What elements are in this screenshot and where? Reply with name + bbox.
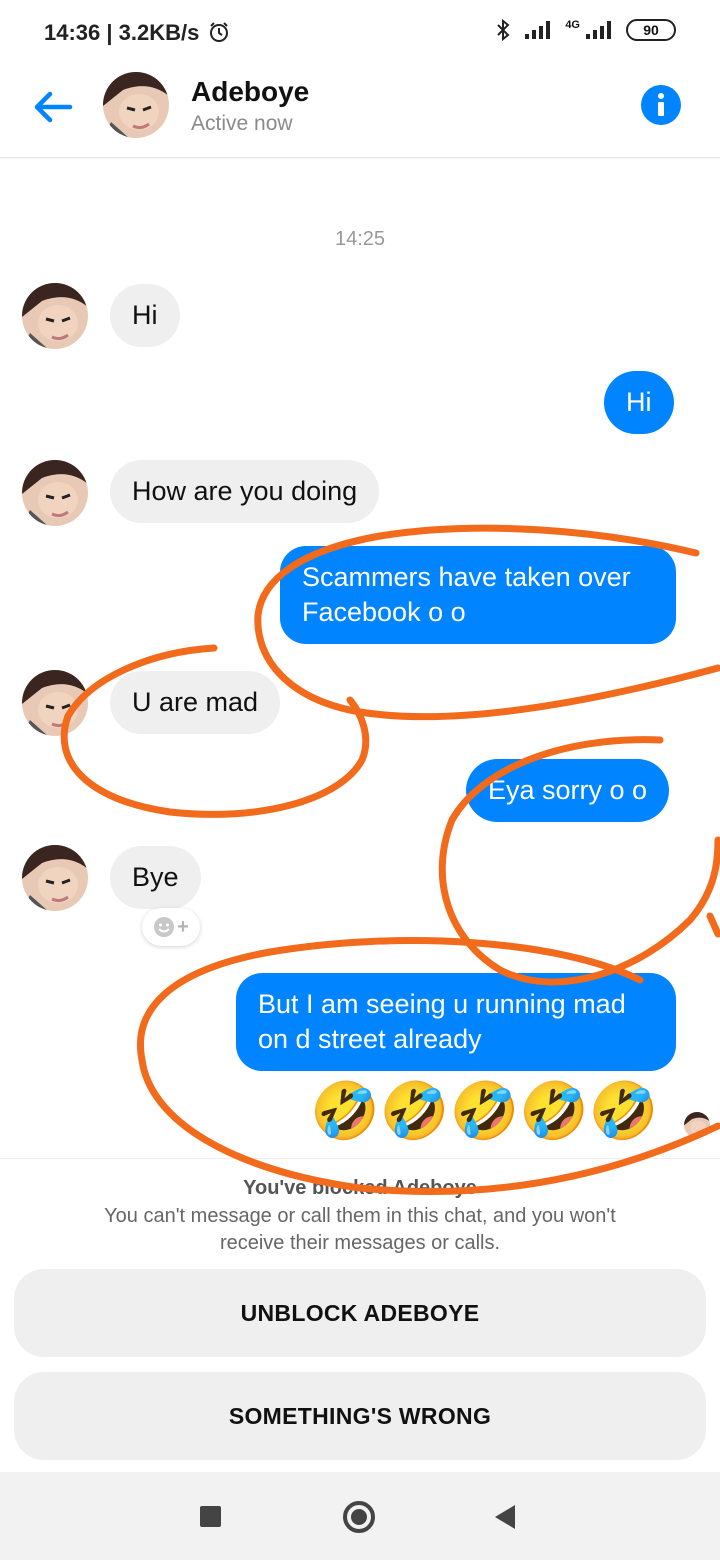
blocked-description-line: receive their messages or calls. <box>219 1232 501 1254</box>
battery-icon: 90 <box>626 19 676 41</box>
reaction-plus: + <box>177 915 189 938</box>
network-type: 4G <box>565 19 580 31</box>
smiley-icon <box>154 917 175 937</box>
avatar[interactable] <box>22 845 88 911</box>
info-icon[interactable] <box>640 84 682 126</box>
message-bubble[interactable]: U are mad <box>110 671 281 734</box>
active-status: Active now <box>191 112 293 135</box>
avatar[interactable] <box>22 283 88 349</box>
profile-photo <box>22 845 88 911</box>
profile-photo <box>684 1112 710 1138</box>
clock-time: 14:36 <box>44 20 101 45</box>
navigation-bar <box>0 1472 720 1560</box>
recents-icon[interactable] <box>200 1506 221 1527</box>
message-bubble[interactable]: Bye <box>110 846 201 909</box>
message-bubble[interactable]: But I am seeing u running mad on d stree… <box>236 973 676 1071</box>
message-bubble[interactable]: Scammers have taken over Facebook o o <box>280 546 676 644</box>
back-arrow-icon[interactable] <box>28 82 78 132</box>
message-bubble[interactable]: How are you doing <box>110 460 380 523</box>
profile-photo <box>22 670 88 736</box>
message-line: on d street already <box>258 1024 482 1054</box>
bluetooth-icon <box>497 18 510 42</box>
timestamp: 14:25 <box>334 228 386 250</box>
read-receipt-avatar <box>684 1112 710 1138</box>
profile-photo <box>22 460 88 526</box>
something-wrong-button[interactable]: SOMETHING'S WRONG <box>14 1372 706 1460</box>
blocked-title: You've blocked Adeboye <box>243 1177 477 1199</box>
message-line: But I am seeing u running mad <box>258 989 626 1019</box>
avatar[interactable] <box>22 460 88 526</box>
signal-4g-icon <box>586 21 611 39</box>
message-bubble[interactable]: Eya sorry o o <box>466 759 670 822</box>
add-reaction-button[interactable]: + <box>142 908 200 946</box>
blocked-panel: You've blocked Adeboye You can't message… <box>0 1158 720 1472</box>
message-line: Facebook o o <box>302 597 466 627</box>
status-time: 14:36 | 3.2KB/s <box>44 20 230 46</box>
signal-icon <box>525 21 551 39</box>
unblock-button[interactable]: UNBLOCK ADEBOYE <box>14 1269 706 1357</box>
blocked-description: You can't message or call them in this c… <box>60 1203 660 1257</box>
avatar[interactable] <box>22 670 88 736</box>
contact-name: Adeboye <box>191 76 310 107</box>
scribble-tail <box>706 912 720 938</box>
status-icons: 4G 90 <box>495 18 676 42</box>
back-icon[interactable] <box>495 1505 515 1529</box>
avatar[interactable] <box>103 72 169 138</box>
alarm-icon <box>209 22 228 42</box>
home-icon[interactable] <box>343 1501 375 1533</box>
home-icon-dot <box>351 1509 367 1525</box>
message-bubble[interactable]: Hi <box>110 284 180 347</box>
message-line: Scammers have taken over <box>302 562 631 592</box>
battery-level: 90 <box>643 22 659 38</box>
blocked-description-line: You can't message or call them in this c… <box>104 1205 616 1227</box>
network-speed: 3.2KB/s <box>118 20 200 45</box>
chat-header: Adeboye Active now <box>0 62 720 158</box>
profile-photo <box>22 283 88 349</box>
profile-photo <box>103 72 169 138</box>
message-bubble[interactable]: Hi <box>604 371 674 434</box>
status-bar: 14:36 | 3.2KB/s 4G 90 <box>0 0 720 62</box>
emoji-message[interactable]: 🤣🤣🤣🤣🤣 <box>310 1078 659 1144</box>
